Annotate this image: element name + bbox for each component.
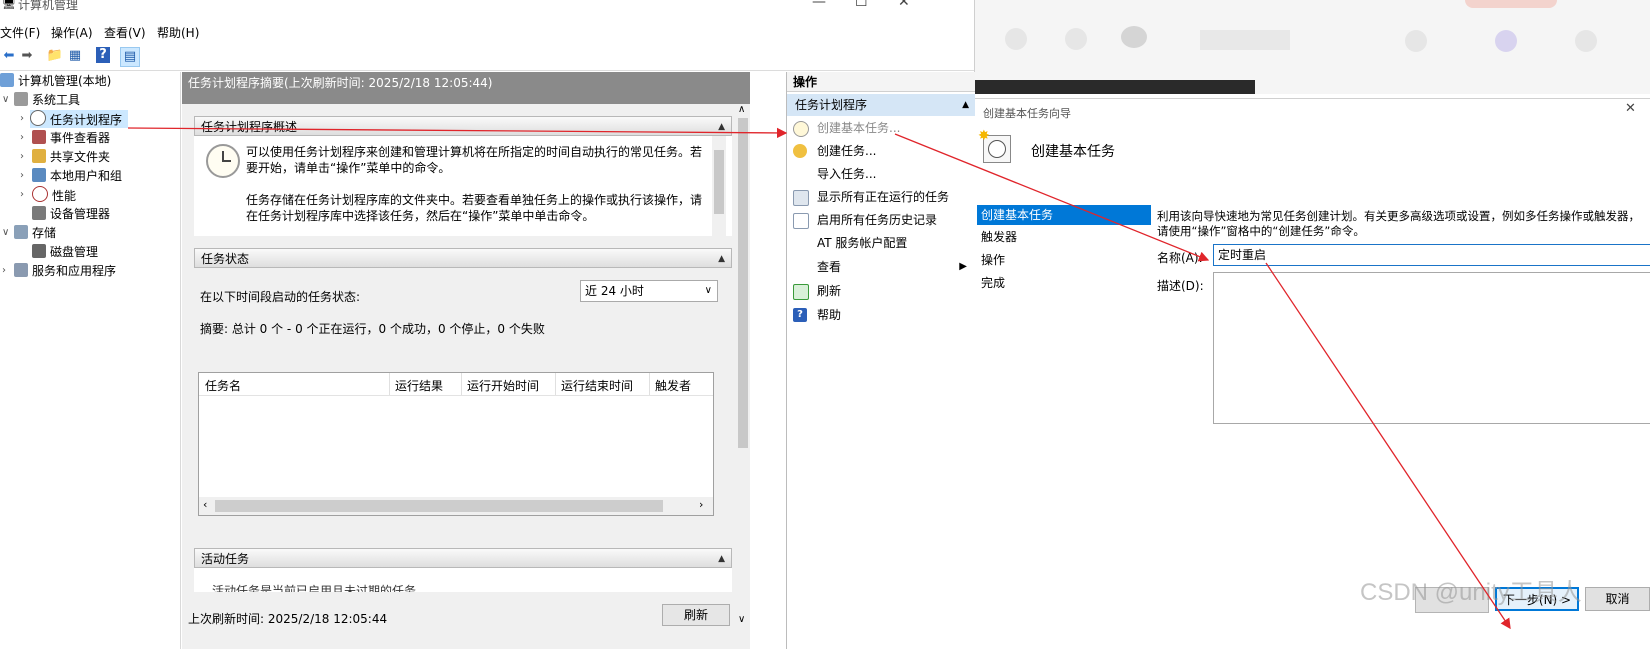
arrow-action-to-name — [894, 133, 1210, 262]
arrow-tree-to-action — [127, 127, 788, 139]
arrow-name-to-next — [1265, 262, 1511, 630]
annotation-arrows — [127, 127, 1511, 630]
